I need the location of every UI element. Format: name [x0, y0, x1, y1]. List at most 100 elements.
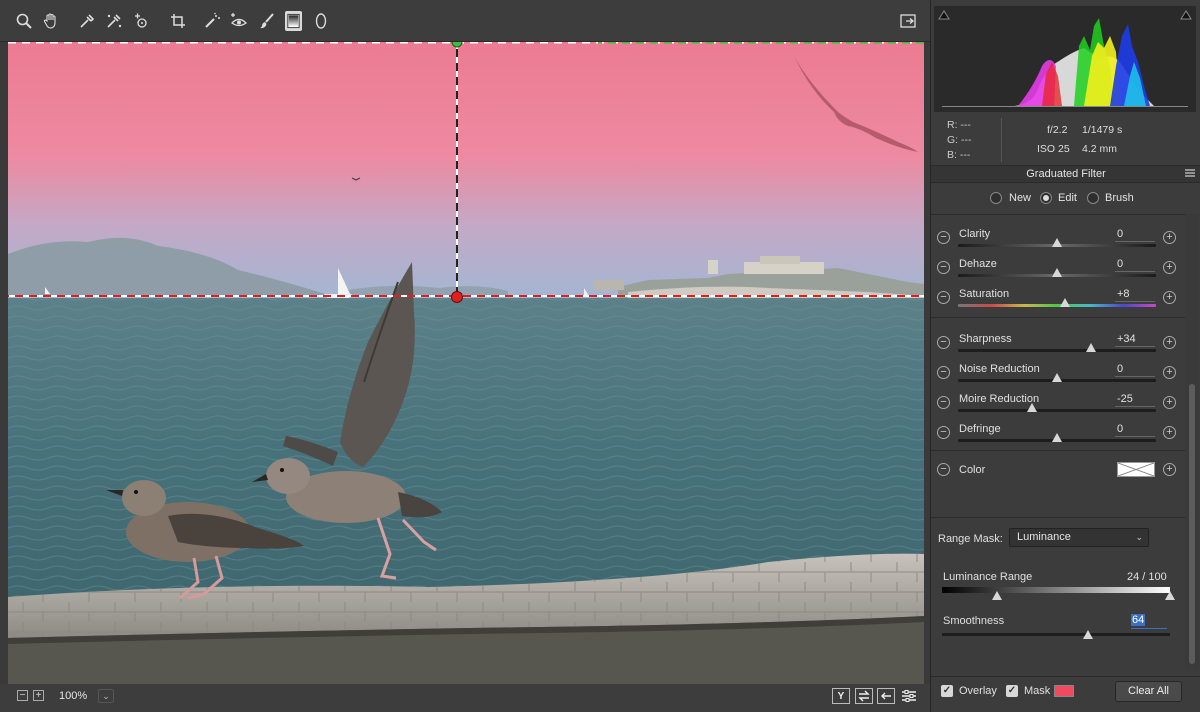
defringe-minus-button[interactable]: −	[937, 426, 950, 439]
zoom-out-button[interactable]: −	[17, 690, 28, 701]
dehaze-plus-button[interactable]: +	[1163, 261, 1176, 274]
blue-readout: B: ---	[947, 149, 971, 161]
color-label: Color	[959, 464, 986, 476]
focal-length-value: 4.2 mm	[1082, 143, 1118, 155]
luminance-low-thumb[interactable]	[991, 591, 1002, 600]
zoom-icon[interactable]	[14, 11, 34, 31]
mask-checkbox[interactable]: ✓	[1006, 685, 1018, 697]
red-eye-icon[interactable]	[229, 11, 249, 31]
noise-reduction-minus-button[interactable]: −	[937, 366, 950, 379]
sharpness-plus-button[interactable]: +	[1163, 336, 1176, 349]
panel-menu-icon[interactable]	[1185, 169, 1195, 177]
image-canvas[interactable]	[8, 42, 924, 684]
panel-scrollbar[interactable]	[1185, 214, 1199, 669]
graduated-filter-icon[interactable]	[285, 11, 302, 31]
range-mask-selected: Luminance	[1017, 531, 1071, 543]
radial-filter-icon[interactable]	[311, 11, 331, 31]
mode-new-radio[interactable]	[990, 192, 1002, 204]
saturation-thumb[interactable]	[1059, 298, 1070, 307]
saturation-plus-button[interactable]: +	[1163, 291, 1176, 304]
preview-preferences-button[interactable]	[900, 688, 918, 704]
scrollbar-thumb[interactable]	[1189, 384, 1195, 664]
noise-reduction-thumb[interactable]	[1052, 373, 1062, 382]
color-plus-button[interactable]: +	[1163, 463, 1176, 476]
noise-reduction-value[interactable]: 0	[1115, 363, 1155, 377]
highlight-clipping-icon[interactable]	[1180, 10, 1192, 20]
clarity-thumb[interactable]	[1052, 238, 1062, 247]
smoothness-track[interactable]	[942, 633, 1170, 636]
chevron-down-icon: ⌄	[1135, 532, 1143, 542]
range-mask-label: Range Mask:	[938, 533, 1003, 545]
overlay-checkbox[interactable]: ✓	[941, 685, 953, 697]
mode-selector: New Edit Brush	[931, 188, 1185, 210]
crop-icon[interactable]	[168, 11, 188, 31]
saturation-minus-button[interactable]: −	[937, 291, 950, 304]
sharpness-thumb[interactable]	[1085, 343, 1096, 352]
noise-reduction-plus-button[interactable]: +	[1163, 366, 1176, 379]
dehaze-label: Dehaze	[959, 258, 997, 270]
mask-color-swatch[interactable]	[1054, 685, 1074, 697]
adjustment-brush-icon[interactable]	[257, 11, 277, 31]
clarity-plus-button[interactable]: +	[1163, 231, 1176, 244]
color-swatch[interactable]	[1117, 462, 1155, 477]
color-minus-button[interactable]: −	[937, 463, 950, 476]
sharpness-minus-button[interactable]: −	[937, 336, 950, 349]
saturation-label: Saturation	[959, 288, 1010, 300]
moire-reduction-plus-button[interactable]: +	[1163, 396, 1176, 409]
defringe-plus-button[interactable]: +	[1163, 426, 1176, 439]
saturation-track[interactable]	[958, 304, 1156, 307]
copy-settings-button[interactable]	[877, 688, 895, 704]
range-mask-select[interactable]: Luminance ⌄	[1009, 528, 1149, 547]
moire-reduction-thumb[interactable]	[1027, 403, 1038, 412]
mode-new-label[interactable]: New	[1009, 192, 1031, 204]
dehaze-thumb[interactable]	[1052, 268, 1062, 277]
red-readout: R: ---	[947, 119, 971, 131]
hand-icon[interactable]	[41, 11, 61, 31]
targeted-adjustment-icon[interactable]	[132, 11, 152, 31]
luminance-range-track[interactable]	[942, 587, 1170, 593]
smoothness-thumb[interactable]	[1082, 630, 1093, 639]
divider	[931, 517, 1186, 518]
luminance-high-thumb[interactable]	[1165, 591, 1175, 600]
swap-settings-button[interactable]	[855, 688, 873, 704]
saturation-value[interactable]: +8	[1115, 288, 1155, 302]
iso-value: ISO 25	[1037, 143, 1070, 155]
fullscreen-toggle-icon[interactable]	[898, 11, 918, 31]
defringe-value[interactable]: 0	[1115, 423, 1155, 437]
shutter-value: 1/1479 s	[1082, 124, 1123, 136]
sharpness-track[interactable]	[958, 349, 1156, 352]
defringe-row: − Defringe 0 +	[931, 413, 1186, 443]
defringe-thumb[interactable]	[1052, 433, 1062, 442]
moire-reduction-track[interactable]	[958, 409, 1156, 412]
moire-reduction-minus-button[interactable]: −	[937, 396, 950, 409]
moire-reduction-value[interactable]: -25	[1115, 393, 1155, 407]
overlay-label[interactable]: Overlay	[959, 685, 997, 697]
color-sampler-icon[interactable]	[104, 11, 124, 31]
clarity-row: − Clarity 0 +	[931, 218, 1186, 248]
shadow-clipping-icon[interactable]	[938, 10, 950, 20]
dehaze-minus-button[interactable]: −	[937, 261, 950, 274]
adjustments-scroll-area[interactable]: − Clarity 0 + − Dehaze 0 + − Saturation …	[931, 214, 1186, 669]
defringe-label: Defringe	[959, 423, 1001, 435]
clarity-minus-button[interactable]: −	[937, 231, 950, 244]
mode-brush-radio[interactable]	[1087, 192, 1099, 204]
compare-view-button[interactable]: Y	[832, 688, 850, 704]
mode-edit-radio[interactable]	[1040, 192, 1052, 204]
spot-removal-icon[interactable]	[202, 11, 222, 31]
white-balance-icon[interactable]	[77, 11, 97, 31]
smoothness-label: Smoothness	[943, 615, 1005, 627]
smoothness-input[interactable]: 64	[1131, 614, 1167, 629]
mode-edit-label[interactable]: Edit	[1058, 192, 1077, 204]
sharpness-value[interactable]: +34	[1115, 333, 1155, 347]
divider	[931, 317, 1186, 318]
clarity-value[interactable]: 0	[1115, 228, 1155, 242]
filter-start-handle[interactable]	[451, 42, 463, 48]
clear-all-button[interactable]: Clear All	[1115, 681, 1182, 702]
filter-end-handle[interactable]	[451, 291, 463, 303]
mode-brush-label[interactable]: Brush	[1105, 192, 1134, 204]
dehaze-value[interactable]: 0	[1115, 258, 1155, 272]
zoom-in-button[interactable]: +	[33, 690, 44, 701]
zoom-dropdown[interactable]: ⌄	[98, 689, 114, 703]
divider	[931, 450, 1186, 451]
mask-label[interactable]: Mask	[1024, 685, 1050, 697]
